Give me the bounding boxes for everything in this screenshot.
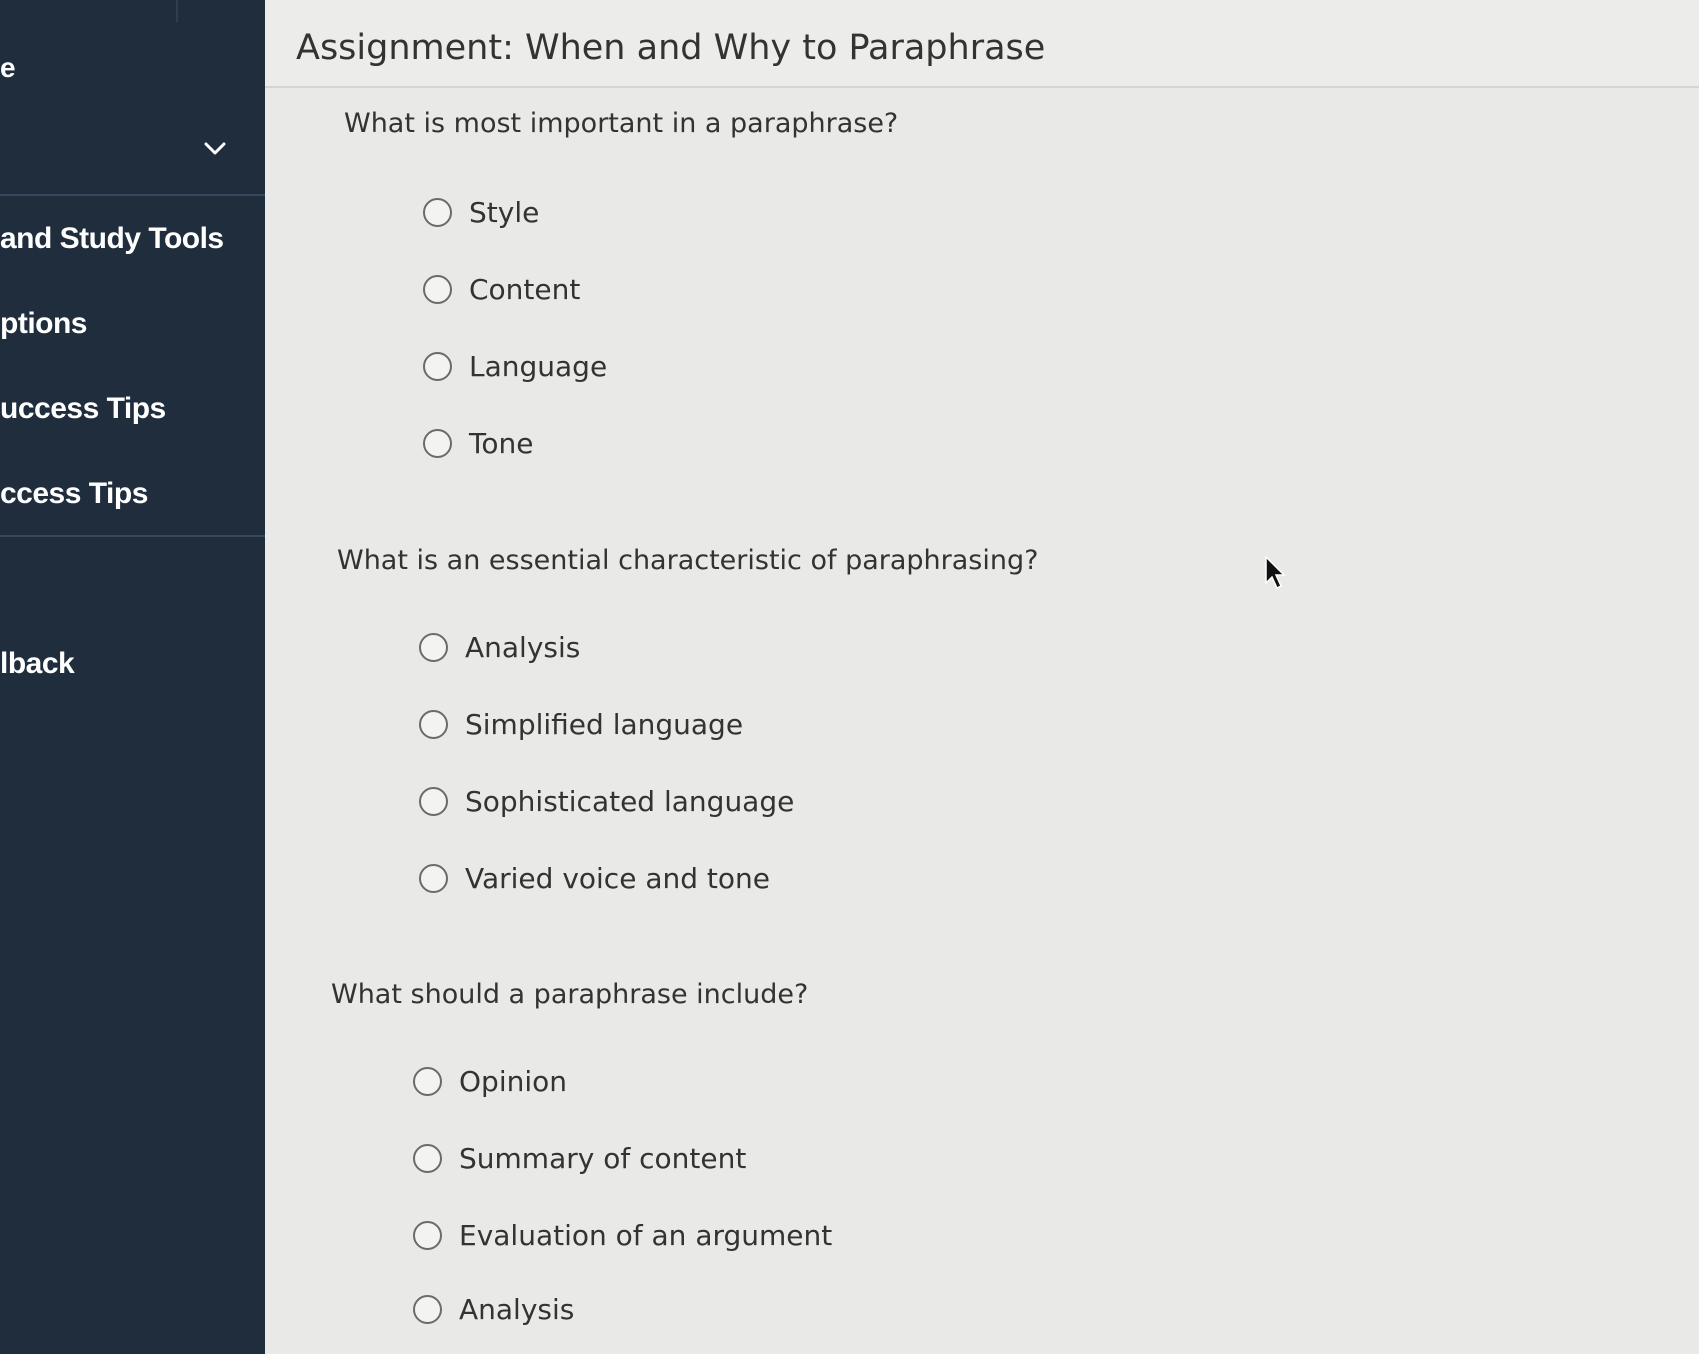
assignment-main: Assignment: When and Why to Paraphrase W… <box>265 0 1699 1354</box>
sidebar-divider <box>0 194 265 196</box>
radio-button[interactable] <box>419 864 448 893</box>
option-label: Content <box>469 273 581 306</box>
option-label: Summary of content <box>459 1142 747 1175</box>
q1-option-style[interactable]: Style <box>423 196 539 229</box>
sidebar-item-study-tools[interactable]: and Study Tools <box>0 222 224 256</box>
option-label: Evaluation of an argument <box>459 1219 833 1252</box>
option-label: Varied voice and tone <box>465 862 770 895</box>
question-3-prompt: What should a paraphrase include? <box>331 979 809 1010</box>
q1-option-language[interactable]: Language <box>423 350 607 383</box>
radio-button[interactable] <box>423 429 452 458</box>
option-label: Analysis <box>465 631 581 664</box>
q2-option-analysis[interactable]: Analysis <box>419 631 580 664</box>
sidebar-item-access-tips[interactable]: ccess Tips <box>0 477 148 511</box>
q3-option-evaluation[interactable]: Evaluation of an argument <box>413 1219 832 1252</box>
chevron-down-icon[interactable] <box>204 138 226 160</box>
sidebar-divider <box>0 535 265 537</box>
radio-button[interactable] <box>419 787 448 816</box>
q1-option-tone[interactable]: Tone <box>423 427 533 460</box>
option-label: Style <box>469 196 540 229</box>
radio-button[interactable] <box>423 275 452 304</box>
radio-button[interactable] <box>419 633 448 662</box>
sidebar-top-divider <box>176 0 178 22</box>
page-title: Assignment: When and Why to Paraphrase <box>296 28 1046 68</box>
radio-button[interactable] <box>423 198 452 227</box>
sidebar-item-feedback[interactable]: lback <box>0 647 75 681</box>
sidebar-item-options[interactable]: ptions <box>0 307 88 341</box>
mouse-cursor-icon <box>1265 555 1286 590</box>
radio-button[interactable] <box>423 352 452 381</box>
q3-option-analysis[interactable]: Analysis <box>413 1293 574 1326</box>
q1-option-content[interactable]: Content <box>423 273 580 306</box>
radio-button[interactable] <box>413 1221 442 1250</box>
radio-button[interactable] <box>413 1144 442 1173</box>
option-label: Opinion <box>459 1065 567 1098</box>
sidebar-item-success-tips[interactable]: uccess Tips <box>0 392 166 426</box>
q2-option-simplified-language[interactable]: Simplified language <box>419 708 743 741</box>
assignment-header: Assignment: When and Why to Paraphrase <box>265 0 1699 88</box>
q3-option-summary-of-content[interactable]: Summary of content <box>413 1142 746 1175</box>
option-label: Sophisticated language <box>465 785 795 818</box>
radio-button[interactable] <box>419 710 448 739</box>
q3-option-opinion[interactable]: Opinion <box>413 1065 567 1098</box>
sidebar-header: e <box>0 52 16 83</box>
radio-button[interactable] <box>413 1067 442 1096</box>
q2-option-sophisticated-language[interactable]: Sophisticated language <box>419 785 794 818</box>
q2-option-varied-voice-tone[interactable]: Varied voice and tone <box>419 862 770 895</box>
option-label: Language <box>469 350 608 383</box>
option-label: Simplified language <box>465 708 744 741</box>
option-label: Analysis <box>459 1293 575 1326</box>
question-1-prompt: What is most important in a paraphrase? <box>344 108 899 139</box>
radio-button[interactable] <box>413 1295 442 1324</box>
sidebar: e and Study Tools ptions uccess Tips cce… <box>0 0 265 1354</box>
option-label: Tone <box>469 427 534 460</box>
question-2-prompt: What is an essential characteristic of p… <box>337 545 1039 576</box>
